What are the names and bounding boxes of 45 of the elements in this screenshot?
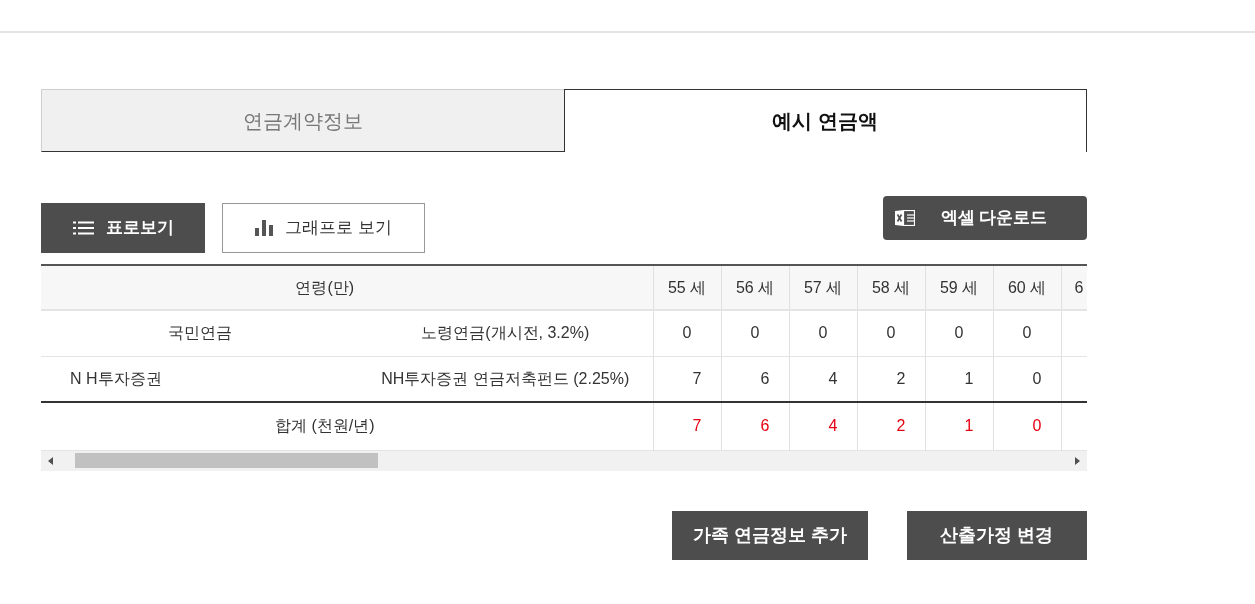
column-header: 59 세 <box>925 265 993 310</box>
table-cell: N H투자증권 <box>41 356 358 402</box>
tab[interactable]: 연금계약정보 <box>41 89 564 152</box>
excel-download-button[interactable]: 엑셀 다운로드 <box>883 196 1087 240</box>
table-cell: 0 <box>789 310 857 356</box>
tab[interactable]: 예시 연금액 <box>563 89 1087 152</box>
table-cell: 2 <box>857 356 925 402</box>
list-icon <box>72 221 94 235</box>
table-cell: 0 <box>993 310 1061 356</box>
spreadsheet-icon <box>895 210 915 226</box>
bar-chart-icon <box>255 220 274 236</box>
table-cell: 0 <box>925 310 993 356</box>
horizontal-scrollbar[interactable] <box>41 450 1087 471</box>
total-cell: 0 <box>993 402 1061 450</box>
table-cell: 1 <box>925 356 993 402</box>
scroll-right-arrow-icon[interactable] <box>1075 456 1080 465</box>
action-button[interactable]: 산출가정 변경 <box>907 510 1087 560</box>
table-cell: 0 <box>721 310 789 356</box>
table-cell: 0 <box>857 310 925 356</box>
total-cell: 2 <box>857 402 925 450</box>
table-cell: 0 <box>993 356 1061 402</box>
column-header: 6 <box>1061 265 1087 310</box>
view-toggle-button[interactable]: 표로보기 <box>41 203 205 253</box>
table-cell: 6 <box>721 356 789 402</box>
total-cell: 4 <box>789 402 857 450</box>
table-cell: 국민연금 <box>41 310 358 356</box>
action-button[interactable]: 가족 연금정보 추가 <box>672 510 868 560</box>
total-cell: 7 <box>653 402 721 450</box>
total-label: 합계 (천원/년) <box>41 402 653 450</box>
table-cell: 7 <box>653 356 721 402</box>
column-header: 60 세 <box>993 265 1061 310</box>
scrollbar-thumb[interactable] <box>75 453 378 468</box>
column-header: 연령(만) <box>41 265 653 310</box>
table-cell: NH투자증권 연금저축펀드 (2.25%) <box>358 356 653 402</box>
table-cell: 노령연금(개시전, 3.2%) <box>358 310 653 356</box>
table-cell: 0 <box>653 310 721 356</box>
view-toggle-button[interactable]: 그래프로 보기 <box>222 203 425 253</box>
column-header: 56 세 <box>721 265 789 310</box>
column-header: 57 세 <box>789 265 857 310</box>
column-header: 58 세 <box>857 265 925 310</box>
total-cell: 6 <box>721 402 789 450</box>
scroll-left-arrow-icon[interactable] <box>48 456 53 465</box>
column-header: 55 세 <box>653 265 721 310</box>
table-cell: 4 <box>789 356 857 402</box>
total-cell: 1 <box>925 402 993 450</box>
